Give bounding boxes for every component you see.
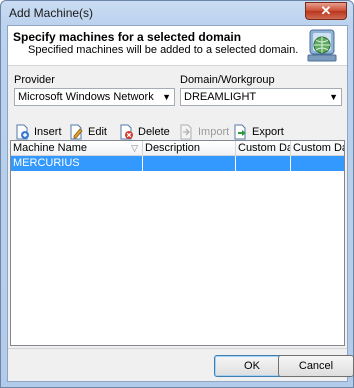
column-header-custom-data-1[interactable]: Custom Dat...	[236, 141, 291, 156]
cell-machine-name[interactable]: MERCURIUS	[11, 156, 143, 171]
divider	[8, 348, 347, 349]
chevron-down-icon: ▼	[162, 92, 171, 102]
import-icon	[178, 124, 194, 140]
column-header-custom-data-2[interactable]: Custom Dat...	[291, 141, 344, 156]
domain-value: DREAMLIGHT	[184, 91, 257, 103]
domain-select[interactable]: DREAMLIGHT ▼	[180, 88, 342, 106]
edit-button[interactable]: Edit	[68, 122, 107, 142]
export-icon	[232, 124, 248, 140]
filter-icon: ▽	[131, 143, 138, 153]
dialog-window: Add Machine(s) ✕ Specify machines for a …	[0, 0, 354, 388]
import-label: Import	[198, 126, 230, 138]
delete-button[interactable]: Delete	[118, 122, 170, 142]
provider-value: Microsoft Windows Network	[18, 91, 154, 103]
header-title: Specify machines for a selected domain	[13, 30, 242, 44]
column-header-description[interactable]: Description	[143, 141, 236, 156]
insert-icon	[14, 124, 30, 140]
chevron-down-icon: ▼	[329, 92, 338, 102]
cell-custom-data-2[interactable]	[291, 156, 344, 171]
toolbar: Insert Edit Delete Import Export	[12, 122, 345, 142]
insert-label: Insert	[34, 126, 62, 138]
column-header-machine-name[interactable]: Machine Name ▽	[11, 141, 143, 156]
cell-description[interactable]	[143, 156, 236, 171]
delete-icon	[118, 124, 134, 140]
close-button[interactable]: ✕	[305, 2, 347, 20]
dialog-client-area: Specify machines for a selected domain S…	[7, 25, 354, 382]
machines-grid[interactable]: Machine Name ▽ Description Custom Dat...…	[10, 140, 345, 346]
import-button[interactable]: Import	[178, 122, 229, 142]
grid-header: Machine Name ▽ Description Custom Dat...…	[11, 141, 344, 156]
edit-icon	[68, 124, 84, 140]
export-label: Export	[252, 126, 284, 138]
window-title: Add Machine(s)	[9, 6, 94, 20]
edit-label: Edit	[88, 126, 107, 138]
delete-label: Delete	[138, 126, 170, 138]
provider-select[interactable]: Microsoft Windows Network ▼	[14, 88, 175, 106]
header-band: Specify machines for a selected domain S…	[8, 26, 347, 66]
cell-custom-data-1[interactable]	[236, 156, 291, 171]
export-button[interactable]: Export	[232, 122, 284, 142]
cancel-button[interactable]: Cancel	[278, 355, 354, 377]
insert-button[interactable]: Insert	[14, 122, 62, 142]
network-globe-icon	[304, 28, 340, 64]
provider-label: Provider	[14, 74, 55, 86]
domain-label: Domain/Workgroup	[180, 74, 275, 86]
title-bar[interactable]: Add Machine(s) ✕	[1, 1, 353, 25]
table-row[interactable]: MERCURIUS	[11, 156, 344, 171]
header-subtitle: Specified machines will be added to a se…	[28, 44, 299, 56]
